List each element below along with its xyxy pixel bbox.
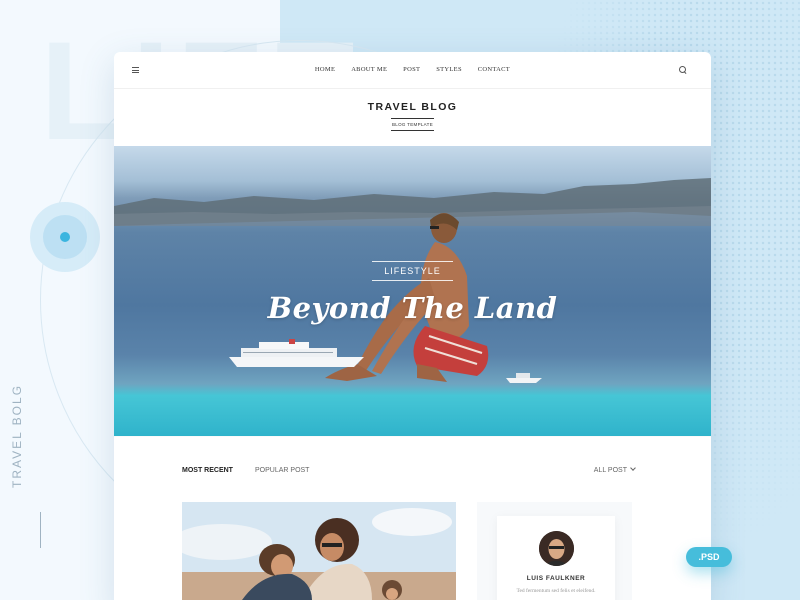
nav-item-about-me[interactable]: ABOUT ME — [351, 66, 387, 73]
post-tabs: MOST RECENT POPULAR POST ALL POST — [114, 436, 711, 502]
avatar-portrait-icon — [538, 531, 574, 566]
author-card: LUIS FAULKNER Ted fermentum sed felis et… — [497, 516, 615, 600]
site-title[interactable]: TRAVEL BLOG — [114, 101, 711, 113]
author-bio: Ted fermentum sed felis et eleifend. — [516, 588, 596, 594]
top-navigation: HOME ABOUT ME POST STYLES CONTACT — [114, 52, 711, 89]
nav-item-contact[interactable]: CONTACT — [478, 66, 510, 73]
author-widget: LUIS FAULKNER Ted fermentum sed felis et… — [477, 502, 632, 600]
author-avatar[interactable] — [538, 531, 574, 566]
nav-item-styles[interactable]: STYLES — [436, 66, 462, 73]
cruise-ship-illustration — [229, 339, 364, 367]
nav-menu: HOME ABOUT ME POST STYLES CONTACT — [114, 66, 711, 73]
psd-badge: .PSD — [686, 547, 732, 567]
location-dot — [60, 232, 70, 242]
hero-banner[interactable]: LIFESTYLE Beyond The Land — [114, 146, 711, 436]
side-divider — [40, 512, 41, 548]
all-post-dropdown[interactable]: ALL POST — [594, 467, 635, 474]
friends-photo-illustration — [182, 502, 456, 600]
hero-category: LIFESTYLE — [114, 261, 711, 281]
small-boat-illustration — [506, 373, 542, 383]
hero-title[interactable]: Beyond The Land — [114, 291, 711, 325]
post-thumbnail[interactable] — [182, 502, 456, 600]
author-name[interactable]: LUIS FAULKNER — [497, 575, 615, 582]
hero-category-label[interactable]: LIFESTYLE — [372, 261, 453, 281]
side-label: TRAVEL BOLG — [10, 383, 24, 488]
tab-most-recent[interactable]: MOST RECENT — [182, 467, 233, 474]
nav-item-home[interactable]: HOME — [315, 66, 335, 73]
search-icon[interactable] — [679, 66, 687, 74]
nav-item-post[interactable]: POST — [403, 66, 420, 73]
site-subtitle: BLOG TEMPLATE — [391, 118, 434, 131]
brand-header: TRAVEL BLOG BLOG TEMPLATE — [114, 89, 711, 146]
tab-popular-post[interactable]: POPULAR POST — [255, 467, 309, 474]
